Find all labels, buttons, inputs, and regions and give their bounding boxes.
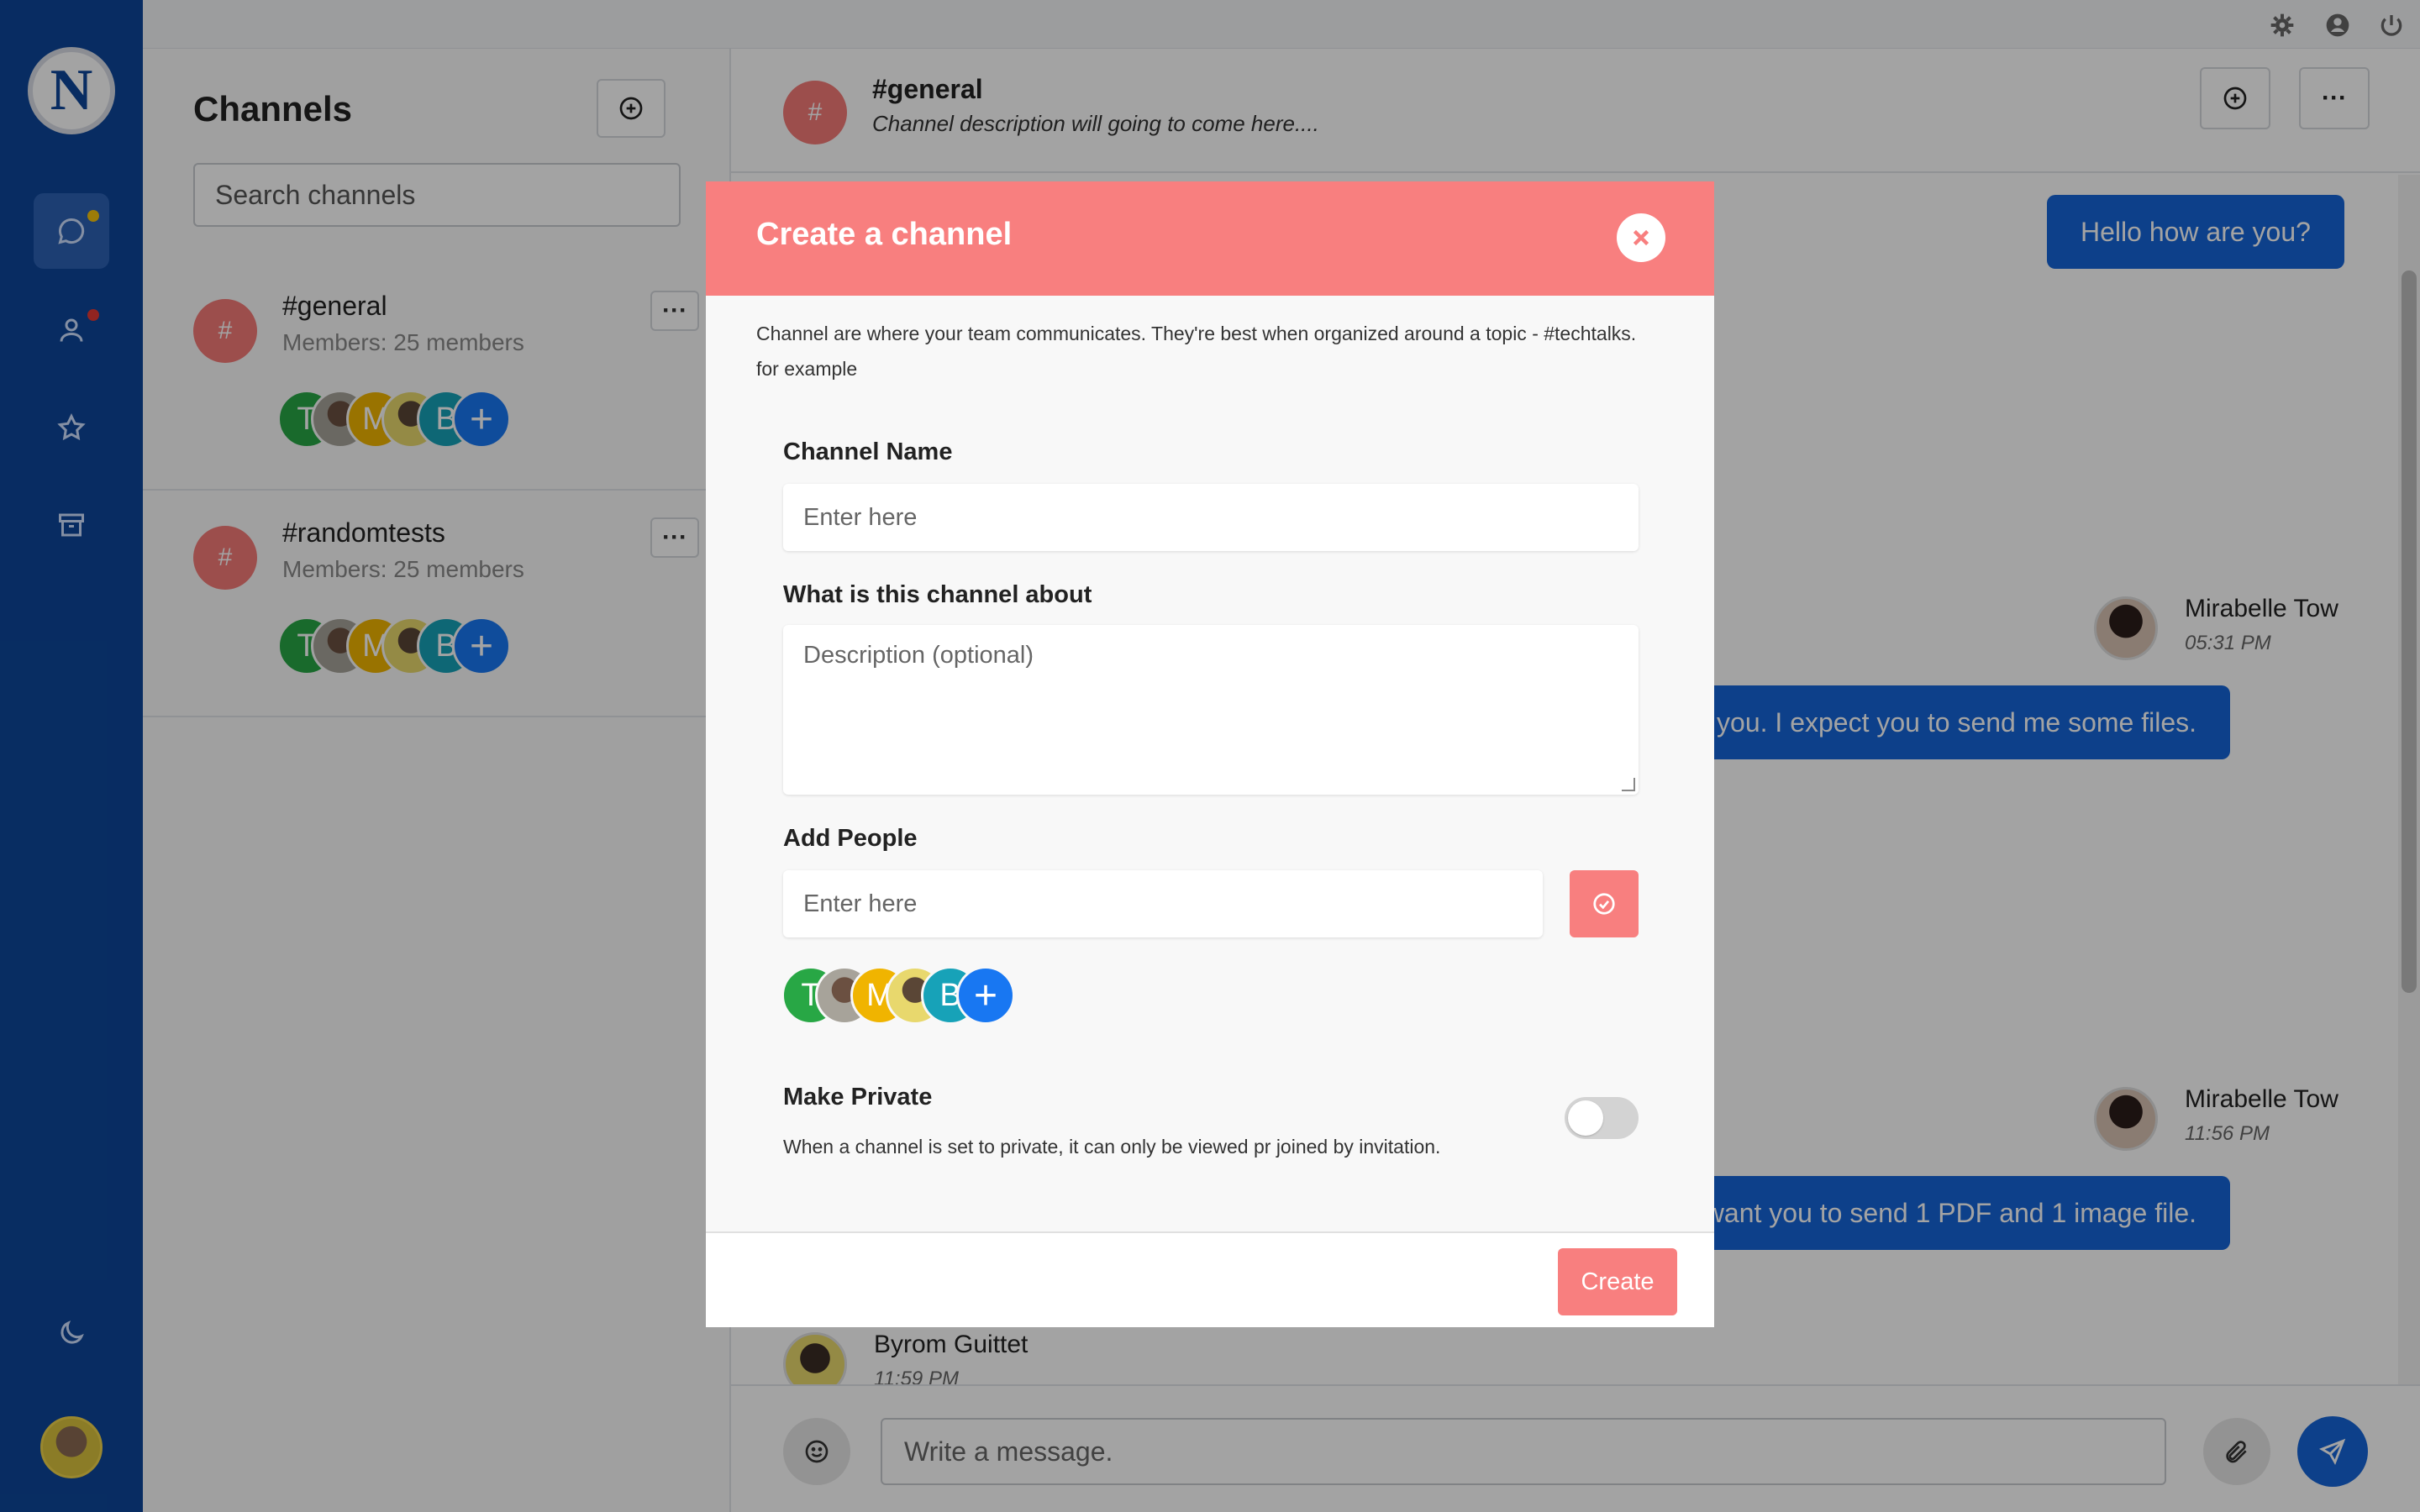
channel-about-label: What is this channel about <box>783 581 1092 608</box>
add-people-input[interactable]: Enter here <box>783 870 1543 937</box>
add-people-confirm-button[interactable] <box>1570 870 1639 937</box>
check-circle-icon <box>1593 893 1615 915</box>
close-button[interactable] <box>1617 213 1665 262</box>
create-button[interactable]: Create <box>1558 1248 1677 1315</box>
channel-name-label: Channel Name <box>783 438 953 465</box>
resize-grip[interactable] <box>1622 778 1635 791</box>
channel-description-textarea[interactable]: Description (optional) <box>783 625 1639 795</box>
make-private-help: When a channel is set to private, it can… <box>783 1136 1441 1158</box>
close-icon <box>1633 229 1649 246</box>
modal-title: Create a channel <box>756 217 1013 252</box>
modal-header: Create a channel <box>706 181 1714 296</box>
toggle-knob <box>1568 1100 1603 1136</box>
channel-name-input[interactable]: Enter here <box>783 484 1639 551</box>
modal-footer: Create <box>706 1231 1714 1327</box>
add-people-label: Add People <box>783 825 918 852</box>
make-private-label: Make Private <box>783 1084 933 1110</box>
description-placeholder: Description (optional) <box>803 642 1034 669</box>
modal-intro: Channel are where your team communicates… <box>756 323 1637 380</box>
create-channel-modal: Create a channel Channel are where your … <box>706 181 1714 1327</box>
add-member-button[interactable]: + <box>956 966 1015 1025</box>
make-private-toggle[interactable] <box>1565 1097 1639 1139</box>
